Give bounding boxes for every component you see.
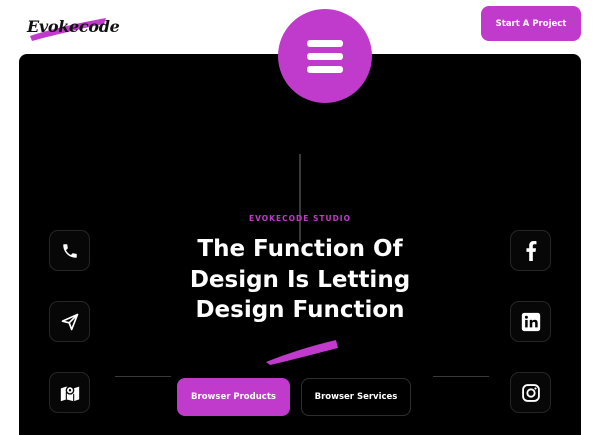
facebook-link[interactable] [510,230,551,271]
left-divider [115,376,171,377]
brush-stroke-decoration [266,340,338,365]
headline-line-2: Design Is Letting [189,266,411,293]
eyebrow-label: EVOKECODE STUDIO [249,214,351,223]
headline-line-3: Design Function [195,297,405,323]
linkedin-icon [521,312,540,331]
hero-section: EVOKECODE STUDIO The Function Of Design … [19,54,581,435]
start-project-button[interactable]: Start A Project [481,6,581,41]
map-link[interactable] [49,372,90,413]
phone-link[interactable] [49,230,90,271]
map-icon [60,385,79,401]
headline-line-1: The Function Of [197,236,403,262]
browse-products-button[interactable]: Browser Products [177,378,290,416]
facebook-icon [525,240,536,261]
right-divider [433,376,489,377]
vertical-divider [299,154,301,242]
linkedin-link[interactable] [510,301,551,342]
telegram-link[interactable] [49,301,90,342]
menu-button[interactable] [278,9,372,103]
instagram-icon [521,383,540,402]
logo[interactable]: Evokecode [24,8,120,44]
phone-icon [62,243,77,258]
hero-headline: The Function Of Design Is Letting Design… [130,234,470,326]
paper-plane-icon [61,313,78,330]
instagram-link[interactable] [510,372,551,413]
browse-services-button[interactable]: Browser Services [301,378,411,416]
logo-text: Evokecode [27,17,120,36]
